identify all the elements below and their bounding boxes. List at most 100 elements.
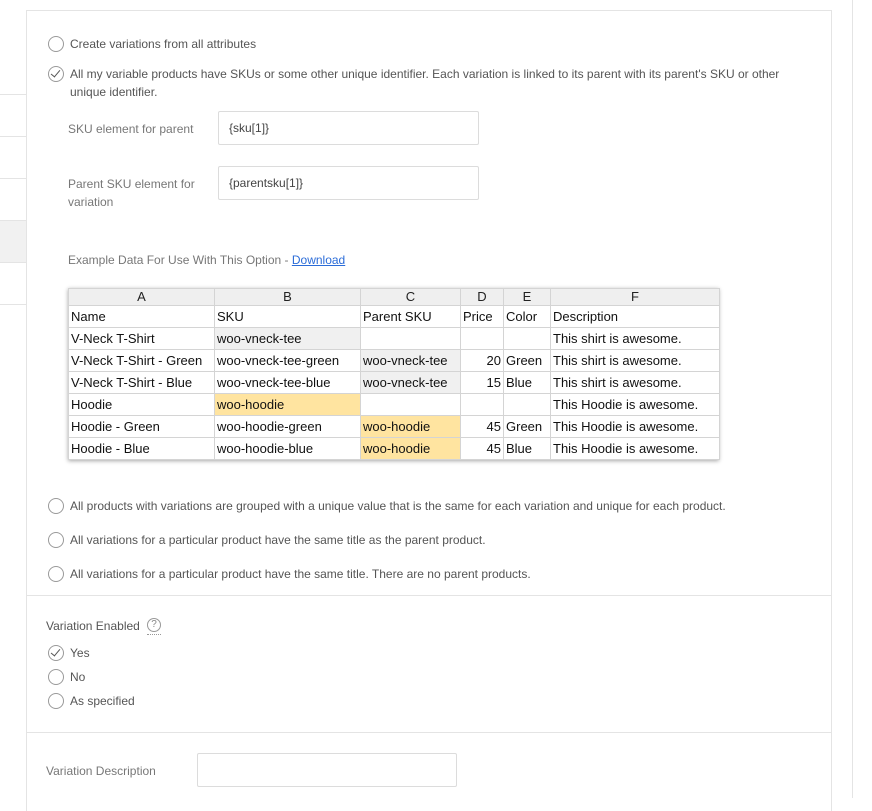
column-header: E — [503, 288, 551, 306]
table-row: V-Neck T-Shirt woo-vneck-tee This shirt … — [68, 327, 720, 350]
spreadsheet-table: A B C D E F Name SKU Parent SKU Price Co… — [68, 288, 720, 460]
cell-highlight-gray: woo-vneck-tee — [360, 349, 461, 372]
column-header-row: A B C D E F — [68, 288, 720, 306]
right-border — [852, 0, 853, 798]
cell-highlight-gray: woo-vneck-tee — [214, 327, 361, 350]
cell — [360, 393, 461, 416]
cell: Green — [503, 415, 551, 438]
strip-divider — [0, 220, 26, 221]
table-row: Name SKU Parent SKU Price Color Descript… — [68, 305, 720, 328]
variation-description-label: Variation Description — [46, 764, 156, 778]
example-spreadsheet: A B C D E F Name SKU Parent SKU Price Co… — [68, 288, 720, 460]
parent-sku-input[interactable]: {parentsku[1]} — [218, 166, 479, 200]
column-header: A — [68, 288, 215, 306]
cell: This Hoodie is awesome. — [550, 415, 720, 438]
radio-enabled-yes[interactable] — [48, 645, 64, 661]
option-grouped-label: All products with variations are grouped… — [70, 499, 726, 513]
cell: 20 — [460, 349, 504, 372]
cell: Color — [503, 305, 551, 328]
column-header: B — [214, 288, 361, 306]
cell: This Hoodie is awesome. — [550, 393, 720, 416]
variation-enabled-label: Variation Enabled — [46, 619, 140, 633]
cell: woo-hoodie-green — [214, 415, 361, 438]
strip-divider — [0, 262, 26, 263]
cell: Parent SKU — [360, 305, 461, 328]
cell: Blue — [503, 437, 551, 460]
radio-create-all[interactable] — [48, 36, 64, 52]
sku-parent-label: SKU element for parent — [68, 122, 194, 136]
enabled-as-specified-label: As specified — [70, 694, 135, 708]
radio-grouped[interactable] — [48, 498, 64, 514]
cell: This shirt is awesome. — [550, 371, 720, 394]
cell — [460, 327, 504, 350]
cell: 45 — [460, 437, 504, 460]
cell — [360, 327, 461, 350]
cell: Blue — [503, 371, 551, 394]
variation-description-input[interactable] — [197, 753, 457, 787]
cell-highlight-yellow: woo-hoodie — [360, 415, 461, 438]
table-row: Hoodie - Blue woo-hoodie-blue woo-hoodie… — [68, 437, 720, 460]
cell: This shirt is awesome. — [550, 349, 720, 372]
column-header: D — [460, 288, 504, 306]
radio-same-title-no-parent[interactable] — [48, 566, 64, 582]
cell: Hoodie — [68, 393, 215, 416]
strip-divider — [0, 178, 26, 179]
cell — [503, 393, 551, 416]
cell-highlight-yellow: woo-hoodie — [360, 437, 461, 460]
cell: V-Neck T-Shirt - Green — [68, 349, 215, 372]
option-create-all-label: Create variations from all attributes — [70, 37, 257, 51]
cell: Hoodie - Green — [68, 415, 215, 438]
cell — [503, 327, 551, 350]
cell: woo-vneck-tee-green — [214, 349, 361, 372]
download-link[interactable]: Download — [292, 253, 345, 267]
cell: V-Neck T-Shirt — [68, 327, 215, 350]
cell: 45 — [460, 415, 504, 438]
strip-divider — [0, 136, 26, 137]
left-side-strip — [0, 0, 26, 798]
radio-enabled-as-specified[interactable] — [48, 693, 64, 709]
enabled-yes-label: Yes — [70, 646, 90, 660]
cell: Green — [503, 349, 551, 372]
strip-active-row — [0, 220, 26, 262]
cell: 15 — [460, 371, 504, 394]
table-row: Hoodie woo-hoodie This Hoodie is awesome… — [68, 393, 720, 416]
radio-enabled-no[interactable] — [48, 669, 64, 685]
option-same-title-parent-label: All variations for a particular product … — [70, 533, 486, 547]
cell: This Hoodie is awesome. — [550, 437, 720, 460]
option-sku-label-line2: unique identifier. — [70, 85, 158, 99]
cell: Hoodie - Blue — [68, 437, 215, 460]
strip-divider — [0, 304, 26, 305]
sku-parent-input[interactable]: {sku[1]} — [218, 111, 479, 145]
cell: woo-hoodie-blue — [214, 437, 361, 460]
question-circle-icon[interactable]: ? — [147, 618, 161, 635]
example-data-text: Example Data For Use With This Option - … — [68, 251, 345, 269]
cell: SKU — [214, 305, 361, 328]
column-header: C — [360, 288, 461, 306]
cell: Name — [68, 305, 215, 328]
checkmark-icon — [50, 646, 61, 657]
checkmark-icon — [50, 67, 61, 78]
cell-highlight-gray: woo-vneck-tee — [360, 371, 461, 394]
column-header: F — [550, 288, 720, 306]
cell-highlight-yellow: woo-hoodie — [214, 393, 361, 416]
cell: woo-vneck-tee-blue — [214, 371, 361, 394]
section-divider — [26, 595, 831, 596]
radio-same-title-parent[interactable] — [48, 532, 64, 548]
table-row: V-Neck T-Shirt - Green woo-vneck-tee-gre… — [68, 349, 720, 372]
parent-sku-label-line2: variation — [68, 195, 114, 209]
table-row: Hoodie - Green woo-hoodie-green woo-hood… — [68, 415, 720, 438]
example-data-label: Example Data For Use With This Option - — [68, 253, 292, 267]
cell: V-Neck T-Shirt - Blue — [68, 371, 215, 394]
parent-sku-label-line1: Parent SKU element for — [68, 177, 195, 191]
enabled-no-label: No — [70, 670, 86, 684]
option-same-title-no-parent-label: All variations for a particular product … — [70, 567, 531, 581]
table-row: V-Neck T-Shirt - Blue woo-vneck-tee-blue… — [68, 371, 720, 394]
section-divider — [26, 732, 831, 733]
option-sku-label-line1: All my variable products have SKUs or so… — [70, 67, 780, 81]
strip-divider — [0, 94, 26, 95]
cell: Description — [550, 305, 720, 328]
cell — [460, 393, 504, 416]
cell: Price — [460, 305, 504, 328]
cell: This shirt is awesome. — [550, 327, 720, 350]
radio-sku-option[interactable] — [48, 66, 64, 82]
